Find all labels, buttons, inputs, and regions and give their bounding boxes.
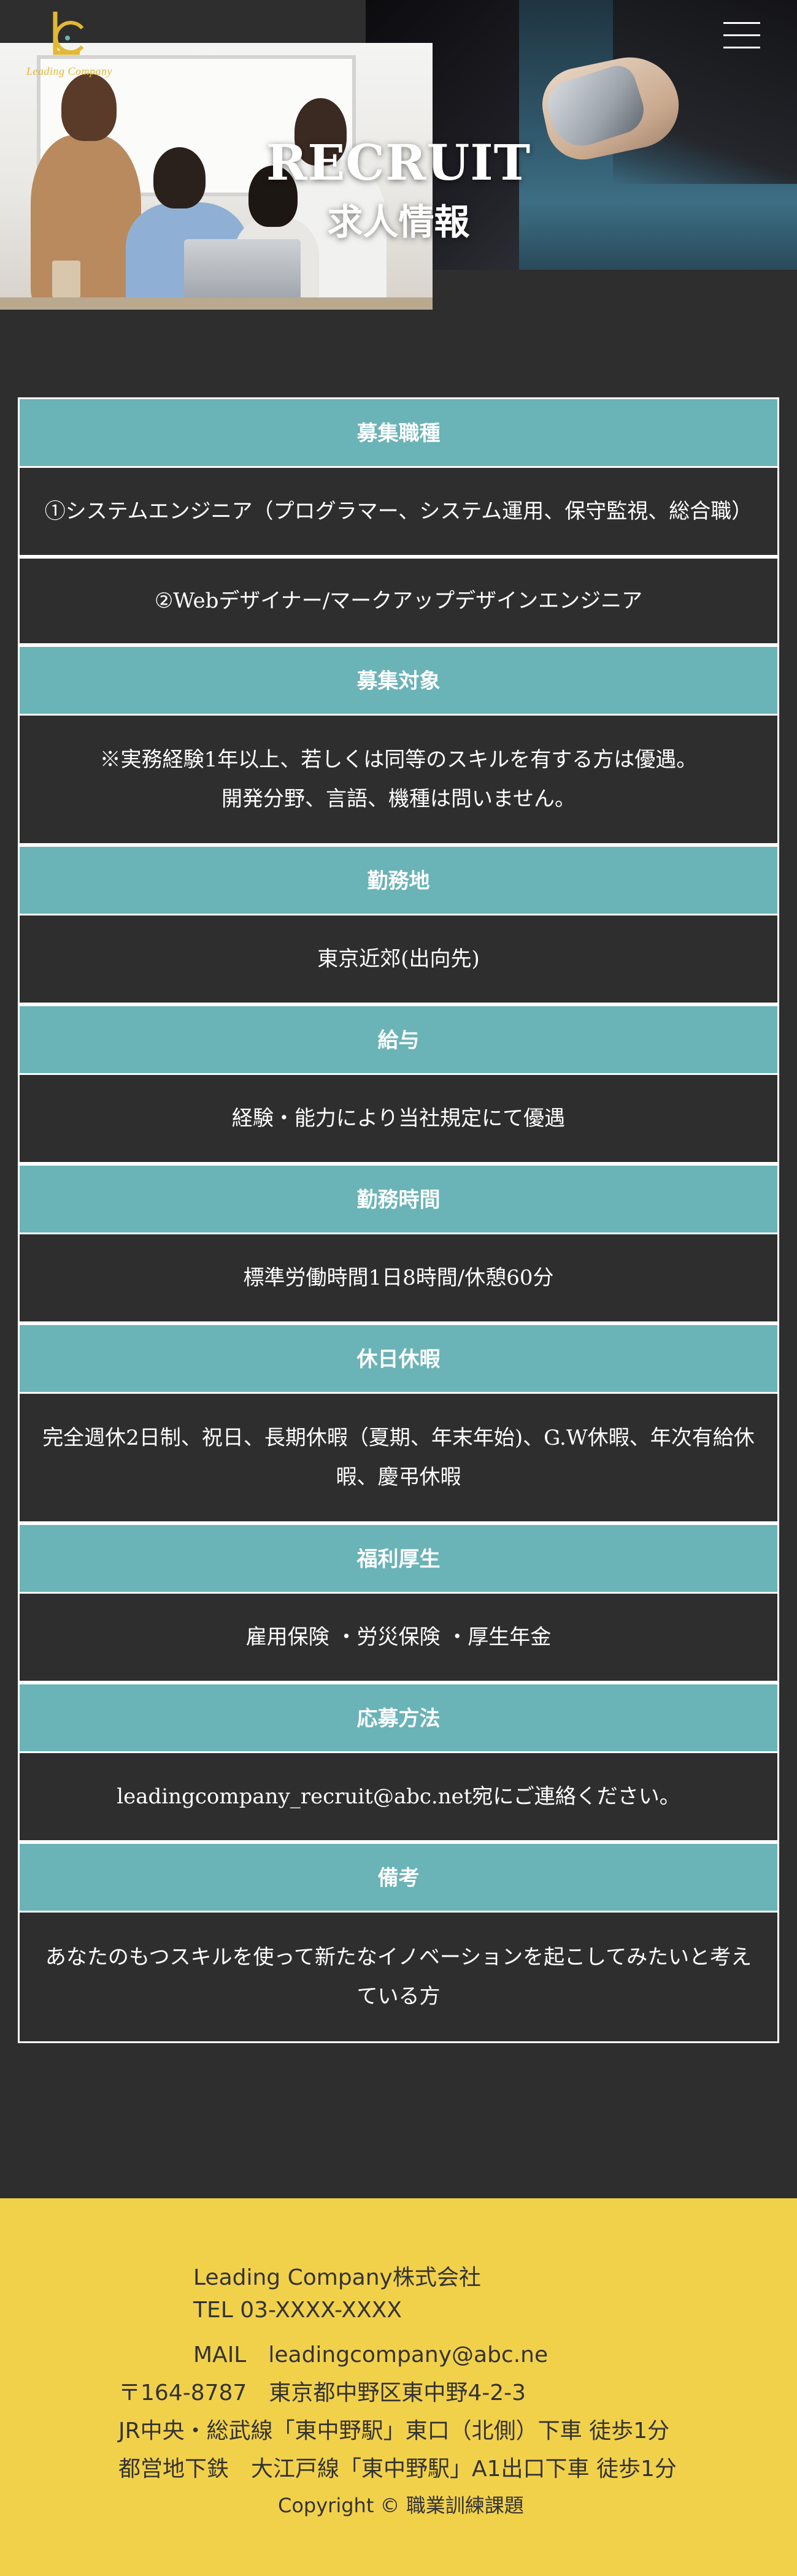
table-row-header: 給与 (20, 1006, 777, 1075)
table-row-value: 東京近郊(出向先) (20, 915, 777, 1006)
value-line: ①システムエンジニア（プログラマー、システム運用、保守監視、総合職） (44, 499, 753, 524)
footer-copyright: Copyright © 職業訓練課題 (278, 2494, 524, 2517)
table-row-value: 完全週休2日制、祝日、長期休暇（夏期、年末年始)、G.W休暇、年次有給休 暇、慶… (20, 1394, 777, 1525)
table-row-value: leadingcompany_recruit@abc.net宛にご連絡ください。 (20, 1753, 777, 1844)
value-line: ている方 (356, 1984, 441, 2009)
table-row-value: 標準労働時間1日8時間/休憩60分 (20, 1234, 777, 1325)
table-row-header: 勤務地 (20, 847, 777, 915)
hamburger-menu-icon (723, 22, 760, 24)
table-row-header: 備考 (20, 1844, 777, 1913)
table-row-header: 勤務時間 (20, 1166, 777, 1234)
recruit-info-table: 募集職種 ①システムエンジニア（プログラマー、システム運用、保守監視、総合職） … (18, 397, 779, 2043)
footer-address: 〒164-8787 東京都中野区東中野4-2-3 (118, 2380, 526, 2406)
site-footer: Leading Company株式会社 TEL 03-XXXX-XXXX MAI… (0, 2198, 797, 2576)
value-line: ※実務経験1年以上、若しくは同等のスキルを有する方は優遇。 (99, 747, 698, 772)
hamburger-menu-button[interactable] (721, 18, 764, 53)
footer-access-jr: JR中央・総武線「東中野駅」東口（北側）下車 徒歩1分 (118, 2418, 669, 2444)
table-row-value: ②Webデザイナー/マークアップデザインエンジニア (20, 559, 777, 647)
logo-text: Leading Company (26, 65, 112, 77)
table-row-header: 福利厚生 (20, 1525, 777, 1594)
company-logo[interactable]: Leading Company (17, 9, 115, 77)
value-line: 雇用保険 ・労災保険 ・厚生年金 (245, 1625, 552, 1649)
table-row-header: 休日休暇 (20, 1325, 777, 1394)
value-line: leadingcompany_recruit@abc.net宛にご連絡ください。 (117, 1784, 680, 1809)
page: Leading Company RECRUIT 求人情報 募集職種 ①システムエ… (0, 0, 797, 2576)
table-row-value: ①システムエンジニア（プログラマー、システム運用、保守監視、総合職） (20, 468, 777, 559)
table-row-header: 応募方法 (20, 1684, 777, 1753)
footer-mail-link[interactable]: MAIL leadingcompany@abc.ne (193, 2337, 548, 2369)
value-line: 開発分野、言語、機種は問いません。 (221, 787, 576, 811)
footer-access-subway: 都営地下鉄 大江戸線「東中野駅」A1出口下車 徒歩1分 (118, 2456, 677, 2482)
page-subtitle: 求人情報 (327, 201, 470, 243)
value-line: 東京近郊(出向先) (317, 947, 480, 971)
table-row-value: あなたのもつスキルを使って新たなイノベーションを起こしてみたいと考え ている方 (20, 1913, 777, 2041)
footer-tel: TEL 03-XXXX-XXXX (193, 2298, 402, 2323)
lc-logo-icon (53, 12, 84, 55)
table-row-value: 雇用保険 ・労災保険 ・厚生年金 (20, 1594, 777, 1684)
hero-section: Leading Company RECRUIT 求人情報 (0, 0, 797, 310)
table-row-header: 募集職種 (20, 399, 777, 468)
table-row-value: ※実務経験1年以上、若しくは同等のスキルを有する方は優遇。 開発分野、言語、機種… (20, 716, 777, 847)
value-line: 標準労働時間1日8時間/休憩60分 (243, 1266, 554, 1290)
value-line: 経験・能力により当社規定にて優遇 (231, 1106, 566, 1131)
value-line: ②Webデザイナー/マークアップデザインエンジニア (154, 589, 643, 613)
table-row-header: 募集対象 (20, 647, 777, 716)
value-line: 完全週休2日制、祝日、長期休暇（夏期、年末年始)、G.W休暇、年次有給休 (42, 1426, 755, 1450)
table-row-value: 経験・能力により当社規定にて優遇 (20, 1075, 777, 1166)
value-line: 暇、慶弔休暇 (336, 1465, 461, 1489)
value-line: あなたのもつスキルを使って新たなイノベーションを起こしてみたいと考え (45, 1945, 752, 1970)
footer-company-name: Leading Company株式会社 (193, 2265, 481, 2290)
page-title: RECRUIT (266, 134, 531, 191)
